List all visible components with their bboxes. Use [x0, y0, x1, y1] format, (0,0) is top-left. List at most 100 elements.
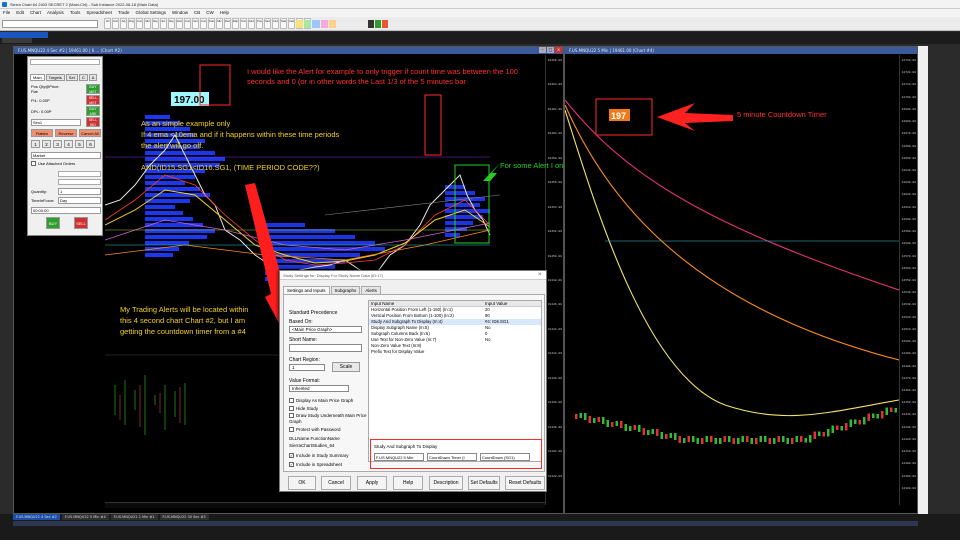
maximize-icon[interactable]: □	[547, 47, 554, 53]
toolbar-btn-8[interactable]: Ray	[168, 18, 175, 29]
color-swatches[interactable]	[296, 20, 337, 28]
minimize-icon[interactable]: –	[539, 47, 546, 53]
account-select[interactable]: Sim1	[31, 119, 81, 126]
table-row[interactable]: Prefix Text for Display Value	[369, 349, 541, 355]
menu-file[interactable]: File	[3, 10, 10, 15]
reverse-button[interactable]: Reverse	[55, 129, 77, 137]
buy-mkt-button[interactable]: BUY MKT	[86, 84, 100, 94]
attached-orders-check[interactable]: Use Attached Orders	[31, 161, 75, 167]
symbol-field[interactable]	[2, 20, 98, 28]
tif-select[interactable]: Day	[58, 197, 101, 204]
toolbar-btn-23[interactable]: Calc	[288, 18, 295, 29]
menu-spreadsheet[interactable]: Spreadsheet	[86, 10, 112, 15]
toolbar-btn-22[interactable]: Stack	[280, 18, 287, 29]
qty-preset-2[interactable]: 2	[42, 140, 51, 148]
toolbar-btn-3[interactable]: Rng	[128, 18, 135, 29]
chart-region-select[interactable]: 1	[289, 364, 325, 371]
dialog-btn-ok[interactable]: OK	[288, 476, 316, 490]
qty-preset-6[interactable]: 6	[86, 140, 95, 148]
menu-global-settings[interactable]: Global Settings	[135, 10, 166, 15]
order-type-select[interactable]: Market	[31, 152, 101, 159]
taskbar-tab[interactable]: F.US.MNQU22 1 Min #1	[110, 514, 158, 520]
trade-tab-main[interactable]: Main	[30, 74, 45, 81]
toolbar-btn-12[interactable]: Line	[200, 18, 207, 29]
chart-title-bar[interactable]: F.US.MNQU22 4 Sec #2 | 19461.00 | 6 ... …	[14, 47, 563, 54]
qty-preset-4[interactable]: 4	[64, 140, 73, 148]
toolbar-btn-5[interactable]: Mkt	[144, 18, 151, 29]
check-password[interactable]: Protect with Password	[289, 426, 341, 433]
chart-select[interactable]: F.US.MNQU22 5 Min	[374, 453, 424, 461]
taskbar-tab[interactable]: F.US.MNQU22 5 Min #4	[61, 514, 109, 520]
trade-tab-targets[interactable]: Targets	[45, 74, 65, 81]
quantity-field[interactable]: 1	[58, 188, 101, 195]
time-field[interactable]: 00:00:00	[31, 207, 101, 214]
close-icon[interactable]: ×	[555, 47, 562, 53]
study-select[interactable]: CountDown Timer (I	[427, 453, 477, 461]
qty-preset-5[interactable]: 5	[75, 140, 84, 148]
buy-button[interactable]: BUY	[46, 217, 60, 229]
chart-title-bar-5min[interactable]: F.US.MNQU22 5 Min | 19461.00 (Chart #4)	[565, 47, 917, 54]
taskbar-tab[interactable]: F.US.MNQU22 4 Sec #2	[13, 514, 60, 520]
scale-button[interactable]: Scale	[332, 362, 360, 372]
toolbar-btn-13[interactable]: Draw	[208, 18, 215, 29]
toolbar-btn-10[interactable]: Line	[184, 18, 191, 29]
toolbar-btn-9[interactable]: Horz	[176, 18, 183, 29]
dialog-btn-set-defaults[interactable]: Set Defaults	[468, 476, 500, 490]
menu-chart[interactable]: Chart	[30, 10, 41, 15]
check-study-summary[interactable]: ✓ Include in Study Summary	[289, 452, 349, 459]
toolbar-btn-7[interactable]: Ext	[160, 18, 167, 29]
dialog-btn-cancel[interactable]: Cancel	[321, 476, 351, 490]
menu-window[interactable]: Window	[172, 10, 188, 15]
check-main-price[interactable]: Display As Main Price Graph	[289, 397, 353, 404]
menu-tools[interactable]: Tools	[70, 10, 81, 15]
flatten-button[interactable]: Flatten	[31, 129, 53, 137]
menu-trade[interactable]: Trade	[118, 10, 130, 15]
short-name-input[interactable]	[289, 344, 362, 352]
vertical-scrollbar[interactable]	[918, 46, 928, 514]
dialog-btn-reset-defaults[interactable]: Reset Defaults	[505, 476, 545, 490]
menu-help[interactable]: Help	[220, 10, 229, 15]
toolbar-btn-6[interactable]: Ray	[152, 18, 159, 29]
subgraph-select[interactable]: CountDown (SG1)	[480, 453, 530, 461]
toolbar-btn-16[interactable]: Ellipse	[232, 18, 239, 29]
toolbar-btn-11[interactable]: Vert	[192, 18, 199, 29]
dialog-btn-apply[interactable]: Apply	[357, 476, 387, 490]
buy-ask-button[interactable]: BUY ASK	[86, 106, 100, 116]
sell-mkt-button[interactable]: SELL MKT	[86, 95, 100, 105]
sell-button[interactable]: SELL	[74, 217, 88, 229]
toolbar-btn-14[interactable]: Mkr	[216, 18, 223, 29]
taskbar-tab[interactable]: F.US.MNQU22 30 Sec #3	[159, 514, 209, 520]
check-hide-study[interactable]: Hide Study	[289, 405, 318, 412]
toolbar-btn-20[interactable]: Next	[264, 18, 271, 29]
toolbar-btn-15[interactable]: Rect	[224, 18, 231, 29]
menu-analysis[interactable]: Analysis	[47, 10, 64, 15]
sell-bid-button[interactable]: SELL BID	[86, 117, 100, 127]
tool-icons[interactable]	[368, 20, 388, 28]
trade-tab-set[interactable]: Set	[65, 74, 78, 81]
toolbar-btn-1[interactable]: Hrzt	[112, 18, 119, 29]
check-draw-underneath[interactable]: Draw Study Underneath Main Price Graph	[289, 413, 369, 425]
dialog-tab-alerts[interactable]: Alerts	[361, 286, 381, 294]
dialog-tab-settings-and-inputs[interactable]: Settings and Inputs	[283, 286, 330, 294]
check-spreadsheet[interactable]: ✓ Include in Spreadsheet	[289, 461, 342, 468]
dialog-btn-help[interactable]: Help	[393, 476, 423, 490]
toolbar-btn-17[interactable]: Text	[240, 18, 247, 29]
toolbar-btn-0[interactable]: Vol	[104, 18, 111, 29]
trade-tab-a[interactable]: A	[88, 74, 98, 81]
toolbar-btn-19[interactable]: Prev	[256, 18, 263, 29]
menu-cw[interactable]: CW	[206, 10, 214, 15]
toolbar-btn-4[interactable]: Line	[136, 18, 143, 29]
price-chart-5min[interactable]: 197	[565, 55, 899, 505]
dialog-close-icon[interactable]: ×	[538, 272, 542, 278]
value-format-select[interactable]: Inherited	[289, 385, 349, 392]
dialog-btn-description[interactable]: Description	[429, 476, 463, 490]
dialog-tab-subgraphs[interactable]: Subgraphs	[330, 286, 361, 294]
symbol-box[interactable]	[30, 59, 100, 65]
toolbar-btn-2[interactable]: Adj	[120, 18, 127, 29]
toolbar-btn-21[interactable]: Clock	[272, 18, 279, 29]
cancel-all-button[interactable]: Cancel All	[79, 129, 101, 137]
trade-tab-c[interactable]: C	[78, 74, 88, 81]
toolbar-btn-18[interactable]: Alert	[248, 18, 255, 29]
menu-cb[interactable]: CB	[194, 10, 200, 15]
based-on-select[interactable]: <Main Price Graph>	[289, 326, 362, 333]
